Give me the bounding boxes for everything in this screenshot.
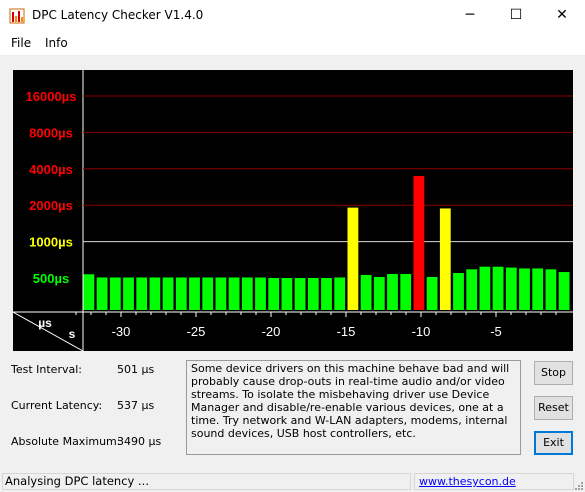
stop-button[interactable]: Stop (534, 361, 573, 385)
current-latency-label: Current Latency: (11, 399, 103, 412)
reset-button[interactable]: Reset (534, 396, 573, 420)
latency-bar (387, 273, 398, 310)
window-title: DPC Latency Checker V1.4.0 (32, 8, 204, 22)
latency-bar (83, 274, 95, 310)
latency-bar (321, 278, 332, 310)
latency-bar (162, 277, 174, 310)
status-text: Analysing DPC latency ... (2, 473, 411, 490)
maximize-icon: ☐ (509, 7, 523, 23)
latency-bar (519, 268, 530, 310)
close-button[interactable]: ✕ (539, 0, 585, 31)
latency-bar (347, 207, 359, 310)
x-tick-label: -30 (112, 324, 131, 339)
latency-bar (453, 272, 464, 310)
latency-bar (400, 273, 412, 310)
y-tick-label: 2000µs (29, 198, 73, 213)
x-tick-label: -10 (412, 324, 431, 339)
latency-bar (558, 272, 570, 310)
latency-bar (334, 277, 346, 310)
latency-bar (202, 277, 214, 310)
y-unit-label: µs (38, 316, 52, 330)
latency-bar (268, 278, 280, 310)
latency-bar (96, 277, 108, 310)
minimize-button[interactable]: ─ (447, 0, 493, 31)
latency-bar (255, 277, 266, 310)
latency-bar (532, 268, 544, 310)
resize-grip-icon[interactable] (574, 481, 584, 491)
latency-bar (294, 278, 306, 310)
title-bar: DPC Latency Checker V1.4.0 ─ ☐ ✕ (0, 0, 585, 31)
x-tick-label: -25 (187, 324, 206, 339)
current-latency-value: 537 µs (117, 399, 155, 412)
latency-bar (439, 208, 451, 310)
test-interval-value: 501 µs (117, 363, 155, 376)
latency-bar (307, 278, 319, 310)
latency-bar (109, 277, 121, 310)
absolute-maximum-value: 3490 µs (117, 435, 162, 448)
minimize-icon: ─ (465, 7, 475, 23)
y-tick-label: 500µs (33, 271, 69, 286)
latency-bar (492, 266, 504, 310)
y-tick-label: 1000µs (29, 235, 73, 250)
x-tick-label: -5 (490, 324, 502, 339)
app-icon (9, 8, 25, 24)
menu-info[interactable]: Info (45, 36, 68, 50)
latency-bar (215, 277, 227, 310)
menu-bar: File Info (0, 31, 585, 56)
latency-bar (241, 277, 253, 310)
latency-bar (149, 277, 161, 310)
maximize-button[interactable]: ☐ (493, 0, 539, 31)
close-icon: ✕ (556, 7, 568, 23)
absolute-maximum-label: Absolute Maximum: (11, 435, 121, 448)
website-link[interactable]: www.thesycon.de (419, 475, 516, 488)
latency-bar (373, 276, 385, 310)
y-tick-label: 16000µs (26, 89, 77, 104)
latency-bar (413, 175, 425, 310)
latency-chart: 16000µs 8000µs 4000µs 2000µs 1000µs 500µs -30 -… (12, 70, 573, 352)
x-tick-label: -15 (337, 324, 356, 339)
latency-bar (175, 277, 187, 310)
latency-bar (466, 269, 478, 310)
status-link-panel: www.thesycon.de (414, 473, 574, 490)
x-unit-label: s (69, 327, 76, 341)
latency-bar (545, 269, 557, 310)
latency-bar (426, 276, 438, 310)
exit-button[interactable]: Exit (534, 431, 573, 455)
latency-bar (360, 274, 372, 310)
x-tick-label: -20 (262, 324, 281, 339)
latency-bar (505, 267, 517, 310)
y-tick-label: 4000µs (29, 162, 73, 177)
latency-bar (189, 277, 200, 310)
y-tick-label: 8000µs (29, 125, 73, 140)
latency-bar (123, 277, 134, 310)
latency-bar (136, 277, 148, 310)
status-bar: Analysing DPC latency ... www.thesycon.d… (0, 471, 585, 492)
latency-bar (281, 278, 293, 310)
info-message: Some device drivers on this machine beha… (186, 360, 521, 455)
test-interval-label: Test Interval: (11, 363, 82, 376)
latency-chart-svg: 16000µs 8000µs 4000µs 2000µs 1000µs 500µs -30 -… (12, 70, 573, 352)
latency-bar (479, 266, 491, 310)
menu-file[interactable]: File (11, 36, 31, 50)
latency-bar (228, 277, 240, 310)
